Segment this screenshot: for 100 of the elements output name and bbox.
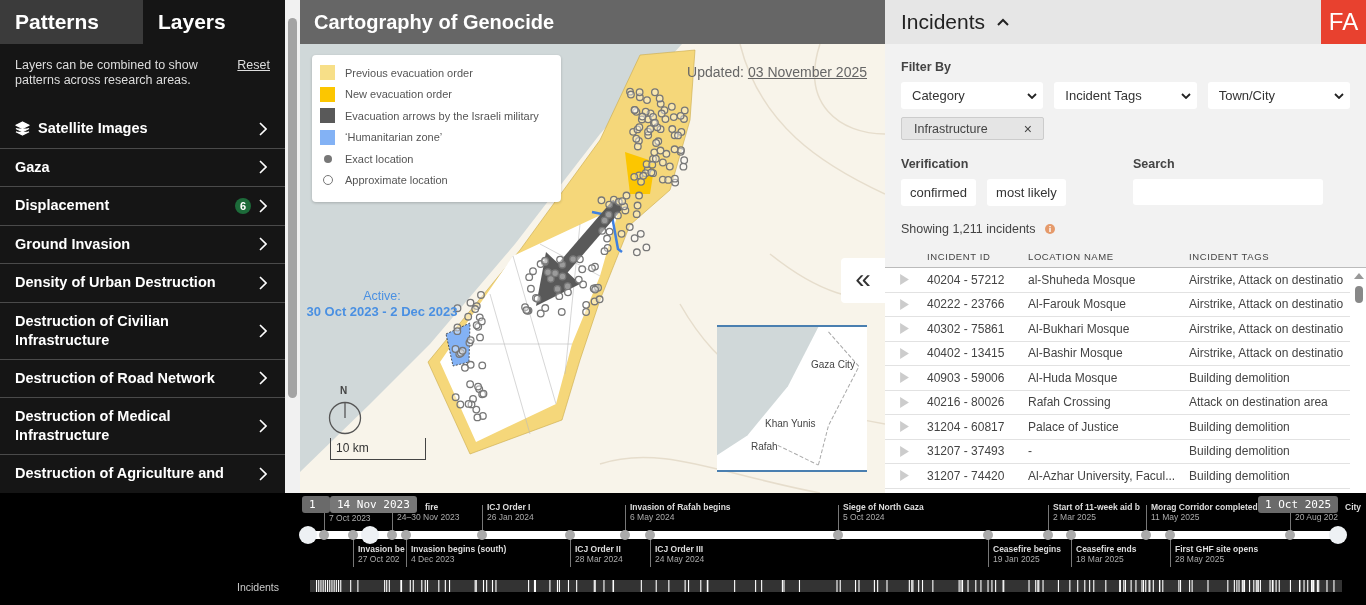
event-marker[interactable] bbox=[620, 530, 630, 540]
table-cell-text: Airstrike, Attack on destinatio bbox=[1189, 346, 1345, 361]
range-handle[interactable] bbox=[360, 526, 379, 544]
filter-label: Filter By bbox=[901, 60, 952, 75]
event-marker[interactable] bbox=[477, 530, 487, 540]
range-handle[interactable] bbox=[1329, 526, 1347, 544]
legend-label: New evacuation order bbox=[345, 88, 452, 101]
table-cell-text: Airstrike, Attack on destinatio bbox=[1189, 297, 1345, 312]
table-cell-text: Al-Huda Mosque bbox=[1028, 370, 1119, 385]
filter-dropdown[interactable]: Incident Tags bbox=[1054, 82, 1197, 109]
layer-item[interactable]: Displacement 6 bbox=[0, 187, 285, 226]
collapse-button[interactable]: « bbox=[841, 258, 885, 303]
event-marker[interactable] bbox=[387, 530, 397, 540]
event-date: 2 Mar 2025 bbox=[1053, 512, 1097, 522]
chevron-right-icon bbox=[259, 323, 267, 338]
table-cell-text: 40204 - 57212 bbox=[927, 272, 1006, 287]
table-cell-text: Airstrike, Attack on destinatio bbox=[1189, 272, 1345, 287]
logo[interactable]: FA bbox=[1321, 0, 1366, 44]
chip-label: Infrastructure bbox=[914, 121, 988, 136]
event-date: 7 Oct 2023 bbox=[329, 513, 371, 523]
legend-label: Exact location bbox=[345, 152, 414, 165]
reset-link[interactable]: Reset bbox=[237, 58, 270, 104]
chevron-right-icon bbox=[259, 419, 267, 433]
chevron-right-icon bbox=[259, 466, 267, 481]
event-marker[interactable] bbox=[319, 530, 329, 540]
event-date: 27 Oct 202 bbox=[358, 554, 401, 564]
layers-icon bbox=[15, 121, 30, 137]
event-date: 11 May 2025 bbox=[1151, 512, 1201, 522]
filter-dropdown[interactable]: Category bbox=[901, 82, 1044, 109]
compass-icon bbox=[328, 401, 362, 435]
table-cell-text: 40402 - 13415 bbox=[927, 346, 1006, 361]
event-label: Invasion of Rafah begins bbox=[630, 502, 731, 512]
event-date: 19 Jan 2025 bbox=[993, 554, 1041, 564]
event-marker[interactable] bbox=[1043, 530, 1053, 540]
sidebar-tab[interactable]: Patterns bbox=[0, 0, 143, 44]
filter-dropdown[interactable]: Town/City bbox=[1207, 82, 1350, 109]
intro-text: Layers can be combined to show patterns across research areas. bbox=[15, 58, 199, 89]
table-cell-text: - bbox=[1028, 444, 1033, 459]
event-marker[interactable] bbox=[1165, 530, 1175, 540]
table-cell-text: Palace of Justice bbox=[1028, 419, 1120, 434]
range-handle[interactable] bbox=[299, 526, 317, 544]
layer-label: Ground Invasion bbox=[15, 234, 132, 254]
event-marker[interactable] bbox=[348, 530, 358, 540]
scrollbar-thumb[interactable] bbox=[288, 18, 297, 398]
event-label: Siege of North Gaza bbox=[843, 502, 924, 512]
chevron-right-icon bbox=[259, 237, 267, 252]
legend-label: Approximate location bbox=[345, 174, 448, 187]
column-header[interactable]: INCIDENT TAGS bbox=[1189, 251, 1366, 267]
event-marker[interactable] bbox=[401, 530, 411, 540]
scrollbar-thumb[interactable] bbox=[1355, 286, 1363, 303]
remove-button[interactable]: × bbox=[1023, 120, 1032, 137]
table-cell-text: Al-Azhar University, Facul... bbox=[1028, 468, 1177, 483]
chevron-right-icon bbox=[259, 121, 267, 136]
layer-label: Destruction of Agriculture and bbox=[15, 464, 225, 484]
column-header[interactable]: LOCATION NAME bbox=[1028, 251, 1189, 267]
scroll-up-icon[interactable] bbox=[1354, 273, 1364, 279]
event-marker[interactable] bbox=[833, 530, 843, 540]
event-label: ICJ Order III bbox=[655, 544, 705, 554]
table-cell-text: Building demolition bbox=[1189, 444, 1291, 459]
verification-button[interactable]: most likely bbox=[987, 179, 1066, 206]
event-date: 4 Dec 2023 bbox=[411, 554, 456, 564]
event-label: Morag Corridor completed bbox=[1151, 502, 1258, 512]
event-label: Ceasefire begins bbox=[993, 544, 1062, 554]
event-marker[interactable] bbox=[565, 530, 575, 540]
search-label: Search bbox=[1133, 157, 1176, 172]
table-cell-text: 40216 - 80026 bbox=[927, 395, 1006, 410]
table-cell-text: Al-Bukhari Mosque bbox=[1028, 321, 1131, 336]
panel-title: Incidents bbox=[901, 10, 986, 34]
table-cell-text: al-Shuheda Mosque bbox=[1028, 272, 1137, 287]
timeline-slider[interactable] bbox=[299, 526, 1347, 544]
event-date: 5 Oct 2024 bbox=[843, 512, 886, 522]
date-tooltip: 14 Nov 2023 bbox=[330, 496, 417, 513]
event-date: 28 Mar 2024 bbox=[575, 554, 623, 564]
table-cell-text: Building demolition bbox=[1189, 468, 1291, 483]
verification-button[interactable]: confirmed bbox=[901, 179, 977, 206]
event-marker[interactable] bbox=[1141, 530, 1151, 540]
event-marker[interactable] bbox=[645, 530, 655, 540]
scrollbar[interactable] bbox=[285, 0, 300, 493]
caret-icon[interactable] bbox=[997, 18, 1010, 26]
event-label: Ceasefire ends bbox=[1076, 544, 1137, 554]
event-marker[interactable] bbox=[983, 530, 993, 540]
active-label: Active: bbox=[363, 288, 401, 304]
event-marker[interactable] bbox=[1066, 530, 1076, 540]
legend-label: ‘Humanitarian zone’ bbox=[345, 131, 443, 144]
column-header[interactable]: INCIDENT ID bbox=[927, 251, 1028, 267]
table-cell-text: Attack on destination area bbox=[1189, 395, 1329, 410]
chevron-down-icon bbox=[1180, 92, 1191, 99]
date-tooltip: 1 Oct 2025 bbox=[1258, 496, 1339, 513]
layer-label: Density of Urban Destruction bbox=[15, 273, 217, 293]
layer-label: Destruction of Road Network bbox=[15, 368, 216, 388]
event-label: ICJ Order II bbox=[575, 544, 622, 554]
event-date: 20 Aug 202 bbox=[1295, 512, 1339, 522]
table-cell-text: Al-Bashir Mosque bbox=[1028, 346, 1124, 361]
event-label: fire bbox=[425, 502, 440, 512]
place-label: Khan Yunis bbox=[765, 418, 816, 429]
layer-item[interactable]: Satellite Images bbox=[0, 110, 285, 149]
map-title: Cartography of Genocide bbox=[300, 0, 885, 44]
updated-date: 03 November 2025 bbox=[747, 64, 867, 80]
event-marker[interactable] bbox=[1285, 530, 1295, 540]
legend-label: Previous evacuation order bbox=[345, 66, 473, 79]
